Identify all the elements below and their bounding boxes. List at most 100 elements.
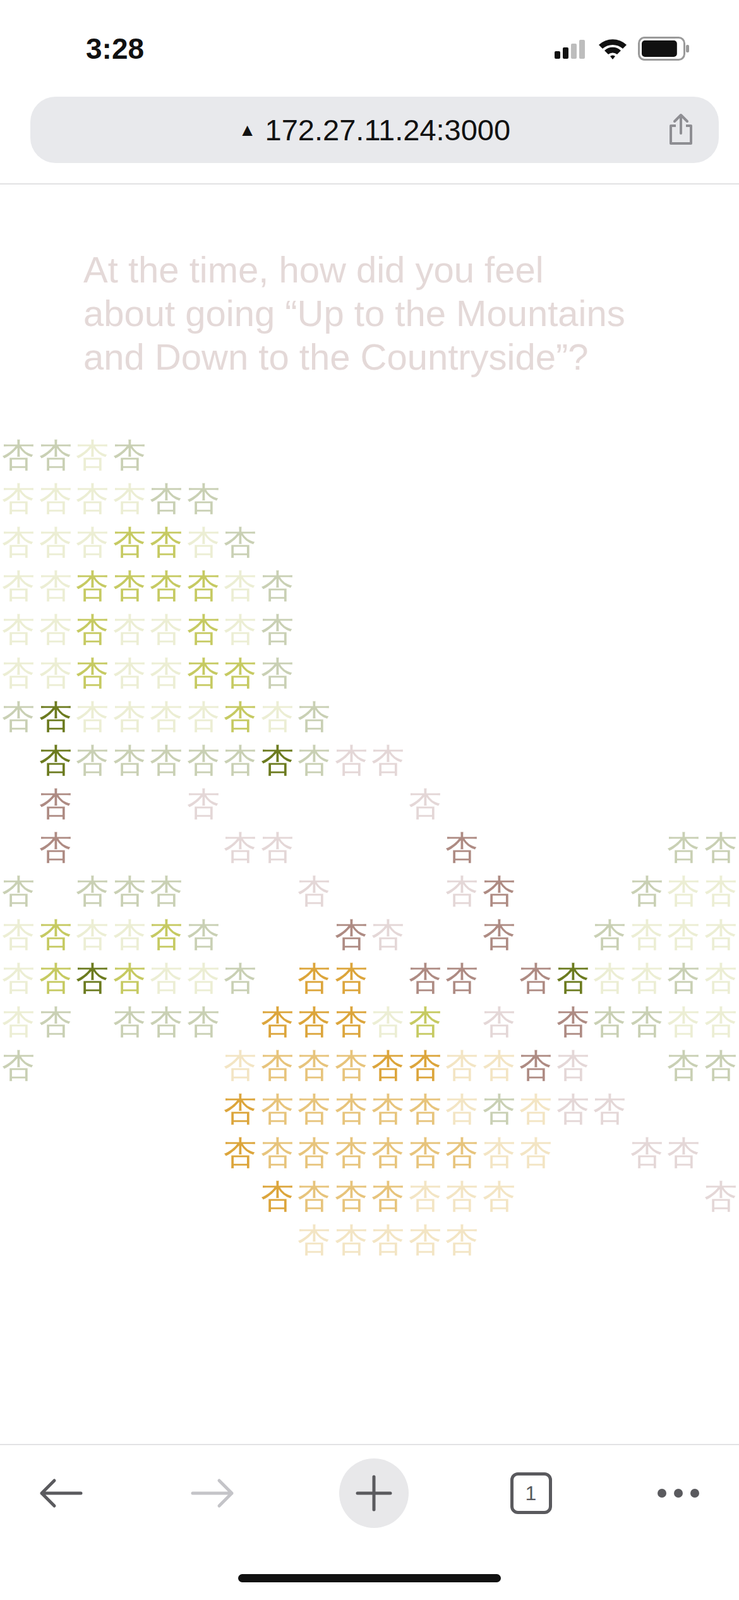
grid-cell [332, 476, 371, 520]
grid-cell: 杏 [258, 563, 297, 607]
grid-cell [702, 476, 739, 520]
grid-cell: 杏 [443, 824, 481, 869]
url-text[interactable]: 172.27.11.24:3000 [265, 112, 511, 148]
grid-cell [111, 824, 149, 869]
grid-cell: 杏 [147, 606, 186, 651]
grid-cell [258, 519, 297, 564]
grid-cell [147, 824, 186, 869]
grid-cell [147, 1173, 186, 1218]
grid-cell [628, 606, 666, 651]
grid-cell: 杏 [702, 912, 739, 956]
grid-cell [517, 476, 555, 520]
grid-cell: 杏 [628, 912, 666, 956]
grid-cell [517, 912, 555, 956]
grid-cell [147, 1086, 186, 1130]
grid-cell: 杏 [147, 476, 186, 520]
grid-cell [73, 1129, 112, 1174]
grid-cell [591, 1129, 629, 1174]
grid-cell: 杏 [702, 999, 739, 1043]
home-indicator [238, 1573, 501, 1582]
grid-cell: 杏 [147, 955, 186, 1000]
more-icon[interactable] [653, 1483, 704, 1503]
grid-cell: 杏 [73, 432, 112, 477]
grid-cell [517, 868, 555, 913]
grid-cell [221, 781, 259, 825]
grid-cell: 杏 [554, 1042, 592, 1087]
share-icon[interactable] [666, 113, 695, 146]
grid-cell: 杏 [517, 955, 555, 1000]
grid-cell: 杏 [37, 781, 75, 825]
grid-cell [517, 650, 555, 695]
grid-cell [221, 1173, 259, 1218]
grid-cell: 杏 [37, 432, 75, 477]
grid-cell: 杏 [147, 563, 186, 607]
grid-cell [628, 650, 666, 695]
grid-cell: 杏 [258, 1173, 297, 1218]
grid-cell [554, 737, 592, 782]
grid-cell: 杏 [111, 606, 149, 651]
grid-cell [702, 650, 739, 695]
grid-cell [185, 868, 223, 913]
grid-cell: 杏 [221, 1086, 259, 1130]
grid-cell: 杏 [0, 694, 38, 738]
grid-cell [665, 476, 703, 520]
grid-cell: 杏 [221, 1042, 259, 1087]
toolbar-buttons: 1 [0, 1457, 739, 1528]
grid-cell [0, 1129, 38, 1174]
grid-cell [554, 1217, 592, 1261]
grid-cell: 杏 [0, 519, 38, 564]
grid-cell: 杏 [221, 694, 259, 738]
grid-cell [369, 650, 407, 695]
grid-cell: 杏 [185, 563, 223, 607]
grid-cell: 杏 [73, 519, 112, 564]
grid-cell [185, 1042, 223, 1087]
grid-cell: 杏 [406, 1086, 445, 1130]
grid-cell [37, 1129, 75, 1174]
grid-cell [0, 1086, 38, 1130]
grid-cell: 杏 [702, 1042, 739, 1087]
grid-cell: 杏 [517, 1086, 555, 1130]
grid-cell: 杏 [147, 912, 186, 956]
grid-cell: 杏 [332, 1173, 371, 1218]
grid-cell [554, 1129, 592, 1174]
grid-cell: 杏 [295, 1173, 333, 1218]
grid-cell: 杏 [37, 563, 75, 607]
grid-cell: 杏 [258, 1086, 297, 1130]
grid-cell [591, 476, 629, 520]
grid-cell [111, 1173, 149, 1218]
grid-cell: 杏 [332, 1129, 371, 1174]
grid-cell [0, 781, 38, 825]
grid-cell: 杏 [37, 737, 75, 782]
grid-cell [480, 1217, 518, 1261]
grid-cell: 杏 [258, 694, 297, 738]
new-tab-button[interactable] [339, 1457, 409, 1528]
grid-cell: 杏 [258, 1042, 297, 1087]
grid-cell [591, 694, 629, 738]
browser-toolbar: 1 [0, 1443, 739, 1600]
grid-cell [73, 1042, 112, 1087]
grid-cell: 杏 [665, 912, 703, 956]
address-bar[interactable]: ▲172.27.11.24:3000 [30, 96, 719, 163]
grid-cell: 杏 [0, 432, 38, 477]
forward-arrow-icon[interactable] [187, 1473, 239, 1512]
grid-cell [185, 1217, 223, 1261]
grid-cell: 杏 [591, 955, 629, 1000]
grid-cell [185, 824, 223, 869]
url-display[interactable]: ▲172.27.11.24:3000 [238, 112, 511, 148]
grid-cell [258, 476, 297, 520]
grid-cell: 杏 [295, 1217, 333, 1261]
grid-cell: 杏 [185, 912, 223, 956]
grid-cell: 杏 [0, 912, 38, 956]
grid-cell [554, 694, 592, 738]
grid-cell [111, 1217, 149, 1261]
grid-cell [221, 868, 259, 913]
grid-cell [369, 432, 407, 477]
grid-cell: 杏 [480, 1042, 518, 1087]
tabs-button[interactable]: 1 [510, 1471, 553, 1514]
grid-cell [406, 694, 445, 738]
back-arrow-icon[interactable] [35, 1473, 86, 1512]
grid-cell: 杏 [258, 606, 297, 651]
grid-cell [369, 781, 407, 825]
grid-cell [628, 563, 666, 607]
grid-cell [628, 737, 666, 782]
